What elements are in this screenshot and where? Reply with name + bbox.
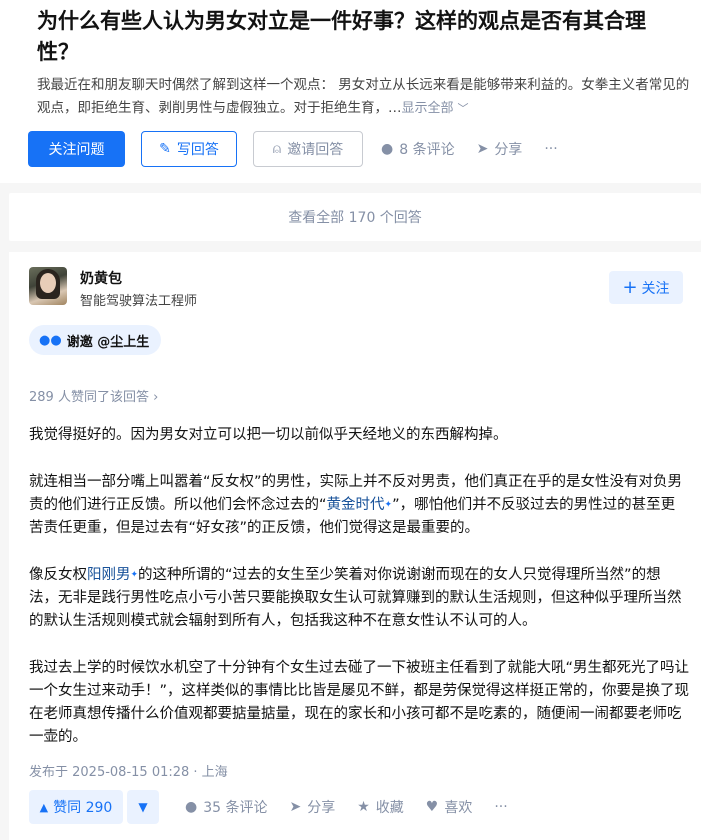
answer-content: 我觉得挺好的。因为男女对立可以把一切以前似乎天经地义的东西解构掉。 就连相当一部… [29,424,689,773]
upvote-button[interactable]: ▲ 赞同 290 [29,790,123,824]
invite-answer-label: 邀请回答 [287,142,344,158]
follow-question-button[interactable]: 关注问题 [28,131,125,167]
follow-author-button[interactable]: + 关注 [609,271,683,304]
paragraph-text: 像反女权 [29,567,87,583]
view-all-answers-button[interactable]: 查看全部 170 个回答 [9,193,701,241]
answer-actions: ▲ 赞同 290 ▼ ● 35 条评论 ➤ 分享 ★ 收藏 ♥ 喜欢 ··· [29,790,530,824]
question-excerpt[interactable]: 我最近在和朋友聊天时偶然了解到这样一个观点： 男女对立从长远来看是能够带来利益的… [37,74,701,120]
author-bio: 智能驾驶算法工程师 [80,294,198,309]
avatar[interactable] [29,267,67,305]
question-card: 为什么有些人认为男女对立是一件好事？这样的观点是否有其合理性？ 我最近在和朋友聊… [0,0,701,183]
answer-meta: ● 35 条评论 ➤ 分享 ★ 收藏 ♥ 喜欢 ··· [185,797,530,817]
question-comments-label: 8 条评论 [399,142,455,158]
users-icon: ●● [39,332,62,348]
heart-icon: ♥ [425,799,439,815]
add-user-icon: ⍝ [272,141,282,157]
answer-more-button[interactable]: ··· [494,799,507,815]
comment-icon: ● [185,799,198,815]
answer-share-button[interactable]: ➤ 分享 [289,797,335,817]
triangle-up-icon: ▲ [39,800,49,814]
comment-icon: ● [381,141,394,157]
author-name[interactable]: 奶黄包 [80,268,122,288]
question-title[interactable]: 为什么有些人认为男女对立是一件好事？这样的观点是否有其合理性？ [37,6,687,68]
paragraph: 我过去上学的时候饮水机空了十分钟有个女生过去碰了一下被班主任看到了就能大吼“男生… [29,660,690,745]
paragraph: 我觉得挺好的。因为男女对立可以把一切以前似乎天经地义的东西解构掉。 [29,427,508,443]
upvote-label: 赞同 290 [53,800,113,816]
answer-comments-label: 35 条评论 [203,800,268,816]
question-more-button[interactable]: ··· [544,141,557,157]
pencil-icon: ✎ [159,141,171,157]
plus-icon: + [622,276,638,298]
golden-age-link[interactable]: 黄金时代 [327,497,385,513]
avatar-face [40,273,56,293]
like-label: 喜欢 [444,800,473,816]
upvote-count-link[interactable]: 289 人赞同了该回答 › [29,386,158,405]
share-icon: ➤ [289,799,302,815]
question-share-label: 分享 [494,142,523,158]
paragraph: 像反女权阳刚男✦的这种所谓的“过去的女生至少笑着对你说谢谢而现在的女人只觉得理所… [29,564,689,633]
paragraph: 就连相当一部分嘴上叫嚣着“反女权”的男性，实际上并不反对男责，他们真正在乎的是女… [29,471,689,540]
triangle-down-icon: ▼ [138,800,148,814]
masculine-man-link[interactable]: 阳刚男 [87,567,131,583]
downvote-button[interactable]: ▼ [127,790,159,824]
answer-comments-button[interactable]: ● 35 条评论 [185,797,267,817]
like-button[interactable]: ♥ 喜欢 [426,797,473,817]
question-actions: 关注问题 ✎ 写回答 ⍝ 邀请回答 ● 8 条评论 ➤ 分享 ··· [28,131,580,167]
publish-time[interactable]: 发布于 2025-08-15 01:28 · 上海 [29,761,228,780]
sparkle-icon: ✦ [384,500,393,510]
invite-tag[interactable]: ●● 谢邀 @尘上生 [29,325,162,355]
chevron-down-icon[interactable]: ﹀ [458,102,469,115]
follow-author-label: 关注 [641,280,670,297]
collect-label: 收藏 [375,800,404,816]
write-answer-label: 写回答 [176,142,219,158]
invite-answer-button[interactable]: ⍝ 邀请回答 [253,131,363,167]
answer-card: 奶黄包 智能驾驶算法工程师 + 关注 ●● 谢邀 @尘上生 289 人赞同了该回… [9,252,701,840]
answer-share-label: 分享 [307,800,336,816]
question-excerpt-text: 我最近在和朋友聊天时偶然了解到这样一个观点： 男女对立从长远来看是能够带来利益的… [37,77,690,116]
question-meta: ● 8 条评论 ➤ 分享 ··· [381,139,580,159]
write-answer-button[interactable]: ✎ 写回答 [141,131,237,167]
share-icon: ➤ [476,141,489,157]
show-all-link[interactable]: 显示全部 [402,101,454,116]
star-icon: ★ [357,799,370,815]
invite-tag-label: 谢邀 @尘上生 [66,334,150,350]
sparkle-icon: ✦ [130,570,139,580]
collect-button[interactable]: ★ 收藏 [357,797,404,817]
question-share-button[interactable]: ➤ 分享 [477,139,523,159]
question-comments-button[interactable]: ● 8 条评论 [381,139,455,159]
